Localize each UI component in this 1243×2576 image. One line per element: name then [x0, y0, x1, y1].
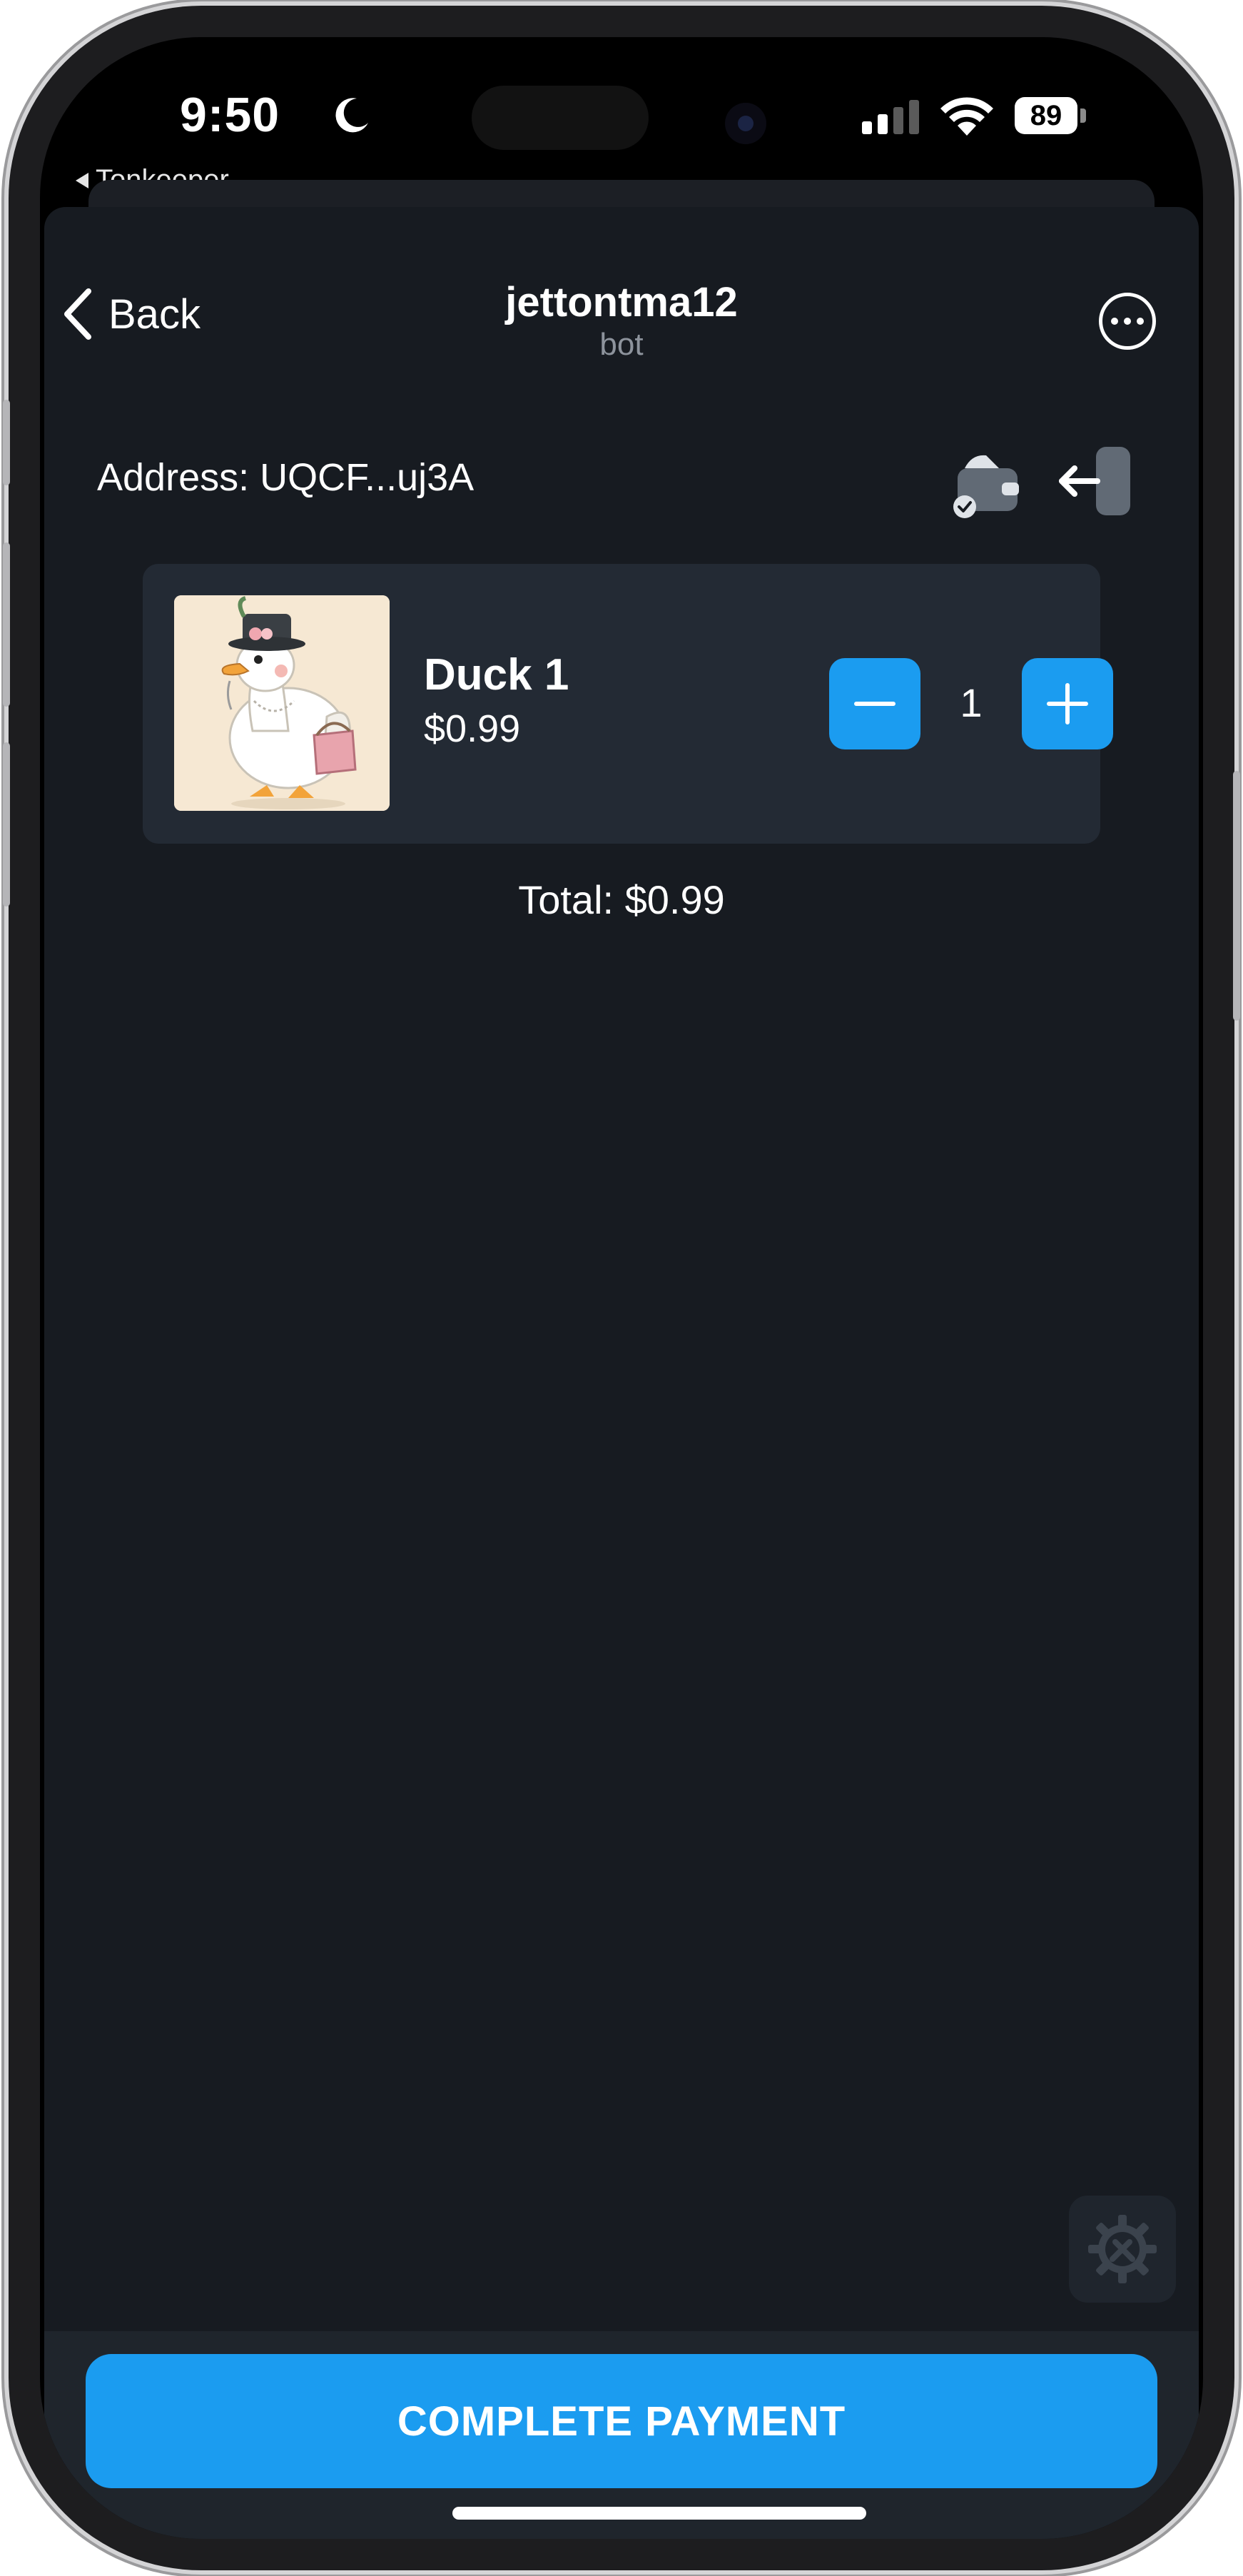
gear-tools-icon [1088, 2215, 1157, 2283]
volume-up-button [3, 542, 10, 707]
home-indicator[interactable] [452, 2507, 866, 2520]
more-dot-icon [1137, 318, 1144, 325]
more-dot-icon [1111, 318, 1118, 325]
action-button [3, 400, 10, 485]
minus-icon [854, 702, 896, 706]
more-options-button[interactable] [1099, 293, 1156, 350]
plus-icon [1047, 683, 1088, 724]
disconnect-icon[interactable] [1055, 443, 1135, 521]
bot-subtitle: bot [599, 327, 644, 362]
item-price: $0.99 [424, 707, 521, 750]
duck-illustration [174, 595, 390, 811]
camera-icon [725, 103, 766, 144]
battery-indicator: 89 [1015, 97, 1077, 134]
order-total: Total: $0.99 [518, 877, 725, 922]
item-quantity: 1 [960, 680, 983, 725]
moon-icon [335, 98, 368, 133]
wallet-address: Address: UQCF...uj3A [97, 456, 475, 499]
decrease-quantity-button[interactable] [829, 658, 920, 749]
bot-title: jettontma12 [505, 279, 738, 325]
wifi-icon [940, 97, 993, 136]
dynamic-island [472, 86, 649, 150]
battery-tip [1080, 108, 1086, 123]
cart-item-card: Duck 1 $0.99 1 [143, 564, 1113, 844]
settings-button[interactable] [1069, 2196, 1176, 2303]
status-time: 9:50 [180, 88, 280, 142]
complete-payment-button[interactable]: COMPLETE PAYMENT [86, 2354, 1157, 2488]
wallet-connected-icon[interactable] [943, 443, 1022, 521]
screen: 9:50 Tonkeeper 89 Back jettontma12 bot [40, 37, 1203, 2539]
power-button [1233, 771, 1240, 1021]
item-name: Duck 1 [424, 650, 569, 699]
cellular-signal-icon [862, 100, 919, 134]
mini-app: Back jettontma12 bot Address: UQCF...uj3… [44, 207, 1199, 2539]
duck-product-image [174, 595, 390, 811]
more-dot-icon [1124, 318, 1131, 325]
increase-quantity-button[interactable] [1022, 658, 1113, 749]
volume-down-button [3, 742, 10, 906]
back-triangle-icon [76, 172, 88, 188]
